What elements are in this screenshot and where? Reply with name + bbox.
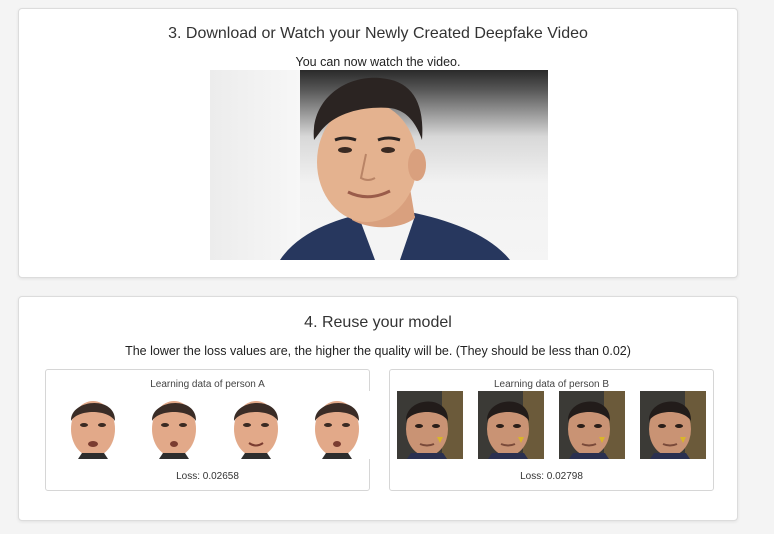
thumbnail-row	[390, 391, 713, 459]
learning-data-panel-person-b: Learning data of person B Loss: 0.02798	[389, 369, 714, 491]
reuse-model-card: 4. Reuse your model The lower the loss v…	[18, 296, 738, 521]
reuse-section-title: 4. Reuse your model	[304, 314, 452, 331]
face-thumbnail	[397, 391, 463, 459]
face-thumbnail	[223, 391, 289, 459]
download-section-subtitle: You can now watch the video.	[295, 55, 461, 69]
face-thumbnail	[478, 391, 544, 459]
face-thumbnail	[559, 391, 625, 459]
panel-label: Learning data of person B	[493, 379, 610, 390]
panel-label: Learning data of person A	[150, 379, 265, 390]
download-video-card: 3. Download or Watch your Newly Created …	[18, 8, 738, 278]
thumbnail-row	[46, 391, 370, 459]
loss-value: Loss: 0.02798	[520, 471, 583, 482]
face-thumbnail	[60, 391, 126, 459]
deepfake-video-player[interactable]	[210, 70, 548, 260]
video-frame-person	[280, 77, 510, 260]
reuse-section-subtitle: The lower the loss values are, the highe…	[125, 344, 631, 358]
download-section-title: 3. Download or Watch your Newly Created …	[168, 25, 588, 42]
face-thumbnail	[640, 391, 706, 459]
loss-value: Loss: 0.02658	[176, 471, 239, 482]
learning-data-panel-person-a: Learning data of person A Loss: 0.02658	[45, 369, 370, 491]
face-thumbnail	[141, 391, 207, 459]
face-thumbnail	[304, 391, 370, 459]
